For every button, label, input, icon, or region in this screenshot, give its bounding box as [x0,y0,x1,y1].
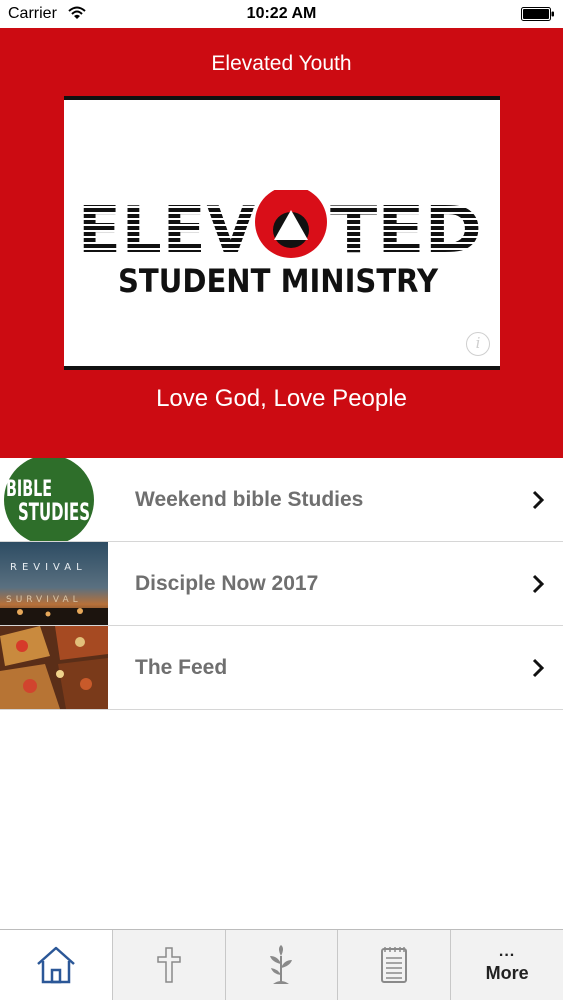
the-feed-thumbnail [0,626,108,709]
status-time: 10:22 AM [246,5,317,22]
chevron-right-icon [532,574,545,594]
logo-subtitle: STUDENT MINISTRY [118,262,439,300]
disciple-now-thumbnail: REVIVAL SURVIVAL [0,542,108,625]
list-item-label: Disciple Now 2017 [135,572,319,595]
tab-home[interactable] [0,930,113,1000]
tab-more[interactable]: ... More [451,930,563,1000]
info-icon[interactable]: i [466,332,490,356]
elevated-logo: ELEV TED STUDENT MINISTRY [78,190,482,300]
bible-studies-thumbnail: BIBLE STUDIES [0,458,108,541]
svg-text:REVIVAL: REVIVAL [10,562,87,573]
logo-banner: ELEV TED STUDENT MINISTRY i [64,96,500,370]
battery-icon [521,7,554,21]
tab-bar: ... More [0,929,563,1000]
svg-text:STUDIES: STUDIES [18,498,90,526]
cross-icon [156,947,181,983]
list-item-disciple-now-2017[interactable]: REVIVAL SURVIVAL Disciple Now 2017 [0,542,563,626]
header-tagline: Love God, Love People [156,385,407,412]
home-icon [37,946,75,984]
svg-text:SURVIVAL: SURVIVAL [6,595,82,605]
tab-plant[interactable] [226,930,339,1000]
tab-cross[interactable] [113,930,226,1000]
chevron-right-icon [532,658,545,678]
list-item-label: The Feed [135,656,228,679]
content-list: BIBLE STUDIES Weekend bible Studies REVI… [0,458,563,710]
list-item-weekend-bible-studies[interactable]: BIBLE STUDIES Weekend bible Studies [0,458,563,542]
list-item-label: Weekend bible Studies [135,488,364,511]
plant-icon [270,945,293,984]
list-item-the-feed[interactable]: The Feed [0,626,563,710]
logo-text-left: ELEV [78,194,256,268]
more-icon: ... [498,942,516,960]
more-label: More [485,962,529,983]
header-banner: Elevated Youth ELEV TED STUDENT MINISTRY [0,28,563,458]
chevron-right-icon [532,490,545,510]
app-screen: Carrier 10:22 AM Elevated Youth ELEV TED… [0,0,563,1000]
header-title: Elevated Youth [211,52,352,75]
logo-text-right: TED [330,194,482,268]
tab-notes[interactable] [338,930,452,1000]
status-bar: Carrier 10:22 AM [0,0,563,28]
notepad-icon [381,947,408,983]
